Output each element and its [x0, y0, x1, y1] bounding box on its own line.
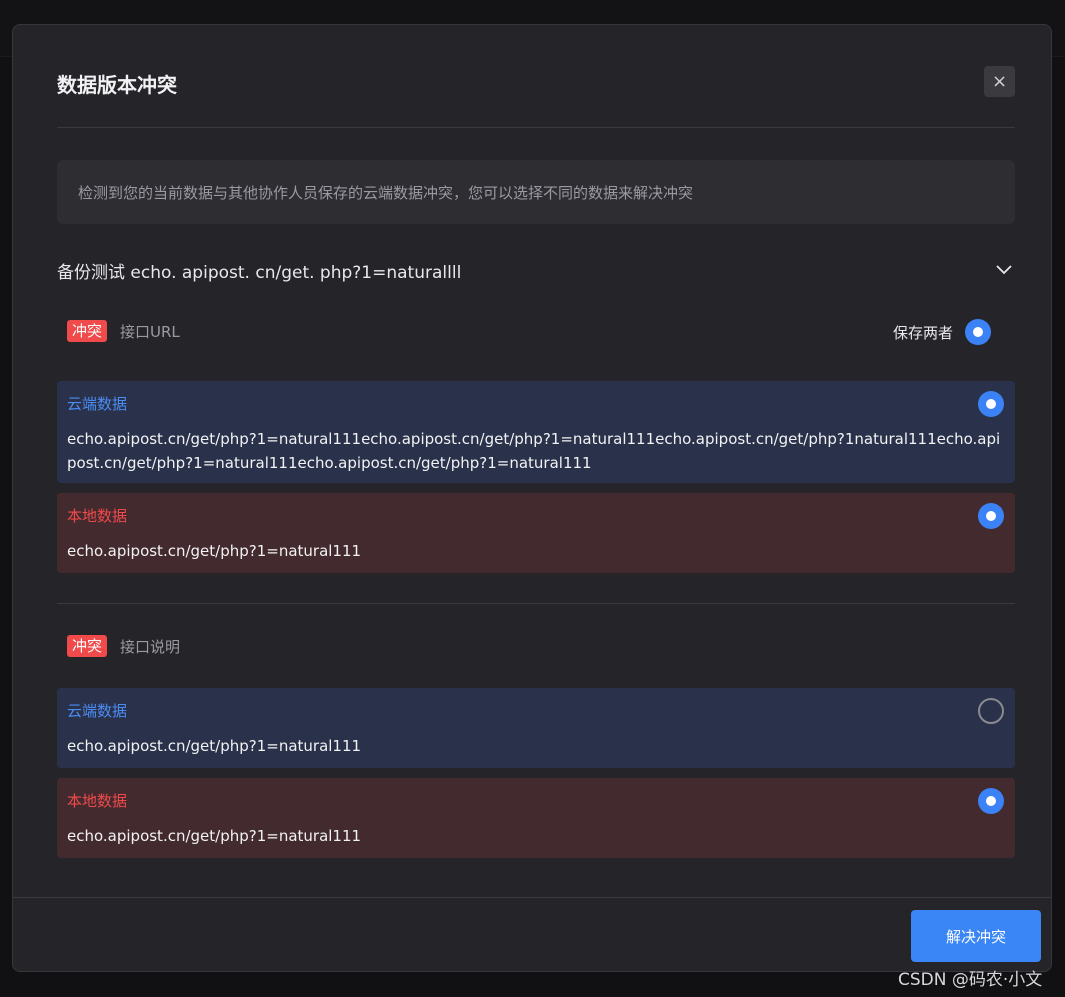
local-data-label: 本地数据: [67, 792, 128, 810]
cloud-data-radio[interactable]: [978, 391, 1004, 417]
cloud-data-value: echo.apipost.cn/get/php?1=natural111echo…: [67, 430, 1001, 472]
conflict-badge: 冲突: [67, 320, 108, 342]
local-data-card[interactable]: 本地数据 echo.apipost.cn/get/php?1=natural11…: [57, 778, 1015, 858]
close-button[interactable]: ×: [984, 66, 1015, 97]
cloud-data-card[interactable]: 云端数据 echo.apipost.cn/get/php?1=natural11…: [57, 688, 1015, 768]
field-label-description: 接口说明: [120, 637, 181, 656]
local-data-radio[interactable]: [978, 503, 1004, 529]
cloud-data-label: 云端数据: [67, 395, 128, 413]
conflict-divider: [57, 603, 1015, 604]
close-icon: ×: [991, 71, 1008, 92]
footer-divider: [13, 897, 1051, 898]
keep-both-label: 保存两者: [893, 323, 954, 342]
resolve-conflict-button[interactable]: 解决冲突: [911, 910, 1041, 962]
local-data-card[interactable]: 本地数据 echo.apipost.cn/get/php?1=natural11…: [57, 493, 1015, 573]
chevron-down-icon[interactable]: [993, 259, 1015, 281]
conflict-badge: 冲突: [67, 635, 108, 657]
section-title: 备份测试 echo. apipost. cn/get. php?1=natura…: [57, 263, 462, 283]
dialog-title: 数据版本冲突: [57, 73, 177, 97]
conflict-dialog: 数据版本冲突 × 检测到您的当前数据与其他协作人员保存的云端数据冲突，您可以选择…: [12, 24, 1052, 972]
keep-both-option[interactable]: 保存两者: [893, 319, 992, 345]
cloud-data-label: 云端数据: [67, 702, 128, 720]
cloud-data-card[interactable]: 云端数据 echo.apipost.cn/get/php?1=natural11…: [57, 381, 1015, 483]
local-data-radio[interactable]: [978, 788, 1004, 814]
watermark: CSDN @码农·小文: [898, 970, 1043, 990]
cloud-data-radio[interactable]: [978, 698, 1004, 724]
cloud-data-value: echo.apipost.cn/get/php?1=natural111: [67, 737, 362, 755]
local-data-value: echo.apipost.cn/get/php?1=natural111: [67, 827, 362, 845]
conflict-header-description: 冲突 接口说明: [67, 635, 180, 657]
conflict-header-url: 冲突 接口URL: [67, 320, 180, 342]
notice-text: 检测到您的当前数据与其他协作人员保存的云端数据冲突，您可以选择不同的数据来解决冲…: [78, 183, 694, 202]
local-data-value: echo.apipost.cn/get/php?1=natural111: [67, 542, 362, 560]
conflict-notice: 检测到您的当前数据与其他协作人员保存的云端数据冲突，您可以选择不同的数据来解决冲…: [57, 160, 1015, 224]
keep-both-radio[interactable]: [965, 319, 992, 345]
local-data-label: 本地数据: [67, 507, 128, 525]
header-divider: [57, 127, 1015, 128]
field-label-url: 接口URL: [120, 322, 180, 341]
